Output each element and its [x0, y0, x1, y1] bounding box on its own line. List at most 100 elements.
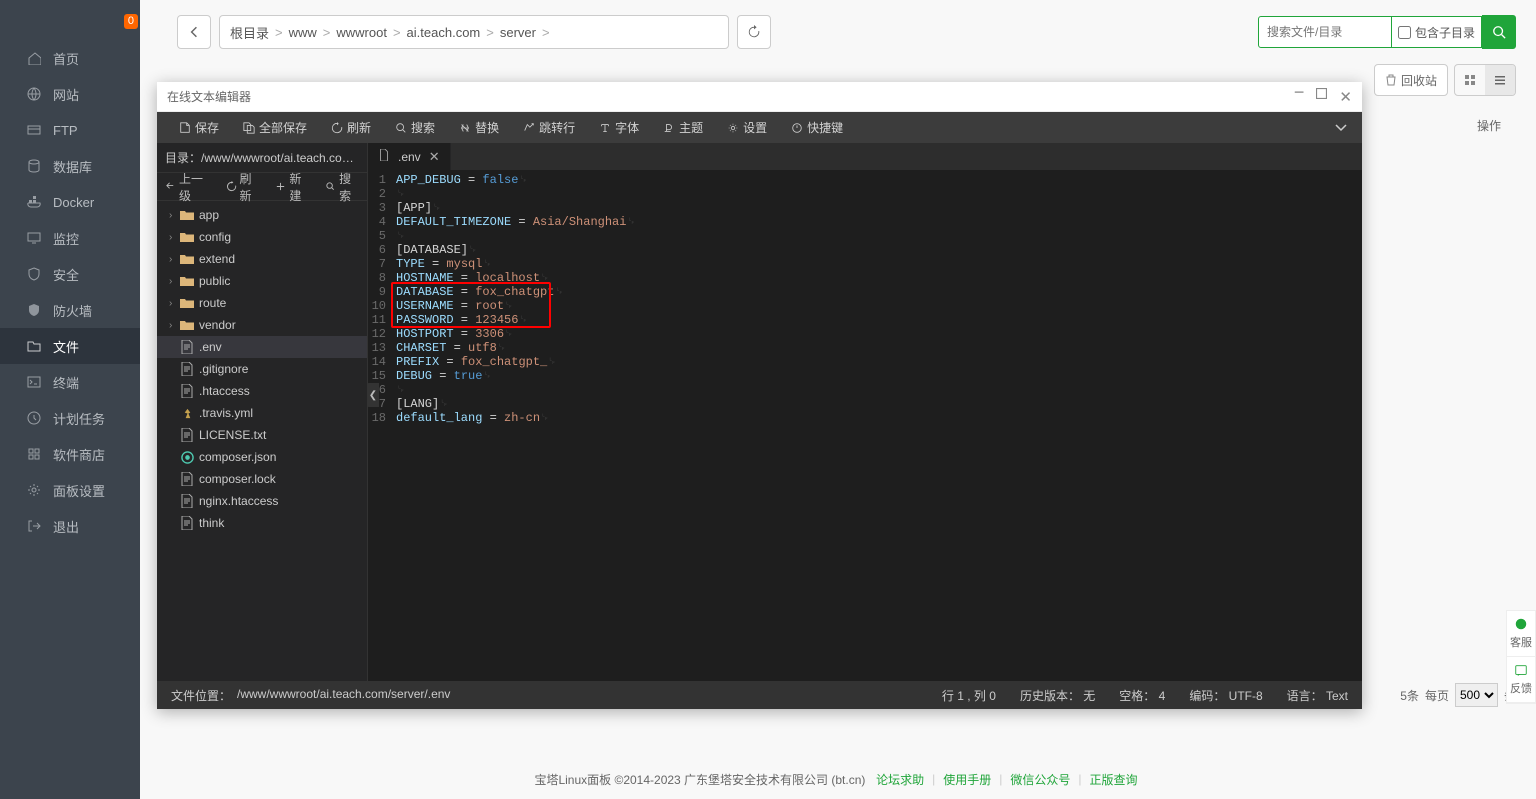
editor-tool-2[interactable]: 刷新 [319, 112, 383, 143]
breadcrumb-part[interactable]: www [289, 25, 317, 40]
sidebar-item-logout[interactable]: 退出 [0, 508, 140, 544]
tree-file-think[interactable]: think [157, 512, 367, 534]
include-subdir-check[interactable]: 包含子目录 [1392, 16, 1482, 48]
chevron-right-icon: > [480, 25, 500, 40]
tab-env[interactable]: .env ✕ [368, 143, 451, 170]
tree-file-.travis.yml[interactable]: .travis.yml [157, 402, 367, 424]
tree-folder-public[interactable]: ›public [157, 270, 367, 292]
include-subdir-label: 包含子目录 [1415, 24, 1475, 41]
maximize-icon[interactable] [1316, 88, 1327, 106]
search-button[interactable] [1482, 15, 1516, 49]
editor-tool-0[interactable]: 保存 [167, 112, 231, 143]
shield-icon [25, 267, 43, 281]
sidebar-item-store[interactable]: 软件商店 [0, 436, 140, 472]
home-icon [25, 51, 43, 65]
breadcrumb-part[interactable]: wwwroot [336, 25, 387, 40]
folder-icon [25, 339, 43, 353]
toolbar-collapse-icon[interactable] [1320, 120, 1362, 135]
back-button[interactable] [177, 15, 211, 49]
editor-tool-5[interactable]: 跳转行 [511, 112, 587, 143]
list-view-button[interactable] [1485, 65, 1515, 95]
view-switch [1454, 64, 1516, 96]
editor-titlebar: 在线文本编辑器 − ✕ [157, 82, 1362, 112]
footer-link[interactable]: 论坛求助 [876, 771, 924, 788]
minimize-icon[interactable]: − [1294, 88, 1305, 106]
sidebar-item-terminal[interactable]: 终端 [0, 364, 140, 400]
footer-link[interactable]: 使用手册 [943, 771, 991, 788]
tree-file-composer.json[interactable]: composer.json [157, 446, 367, 468]
sidebar-item-cron[interactable]: 计划任务 [0, 400, 140, 436]
store-icon [25, 447, 43, 461]
footer-link[interactable]: 微信公众号 [1010, 771, 1070, 788]
close-icon[interactable]: ✕ [1339, 88, 1352, 106]
fp-action-1[interactable]: 刷新 [218, 170, 268, 204]
editor-tool-3[interactable]: 搜索 [383, 112, 447, 143]
tree-file-.env[interactable]: .env [157, 336, 367, 358]
editor-tool-4[interactable]: 替换 [447, 112, 511, 143]
tree-folder-config[interactable]: ›config [157, 226, 367, 248]
editor-tool-8[interactable]: 设置 [715, 112, 779, 143]
status-lang[interactable]: 语言： Text [1287, 687, 1348, 704]
editor-tool-6[interactable]: 字体 [587, 112, 651, 143]
sidebar-label: 数据库 [53, 157, 92, 176]
recycle-bin-button[interactable]: 回收站 [1374, 64, 1448, 96]
sidebar-item-settings[interactable]: 面板设置 [0, 472, 140, 508]
fp-action-2[interactable]: 新建 [267, 170, 317, 204]
breadcrumb-part[interactable]: ai.teach.com [407, 25, 481, 40]
tree-label: think [199, 516, 224, 530]
tree-folder-app[interactable]: ›app [157, 204, 367, 226]
fp-action-3[interactable]: 搜索 [317, 170, 367, 204]
tree-file-LICENSE.txt[interactable]: LICENSE.txt [157, 424, 367, 446]
search-input[interactable] [1258, 16, 1392, 48]
sidebar-item-monitor[interactable]: 监控 [0, 220, 140, 256]
tree-label: .travis.yml [199, 406, 253, 420]
tab-close-icon[interactable]: ✕ [429, 149, 440, 165]
editor-tool-7[interactable]: 主题 [651, 112, 715, 143]
refresh-button[interactable] [737, 15, 771, 49]
chevron-right-icon: > [387, 25, 407, 40]
tree-folder-extend[interactable]: ›extend [157, 248, 367, 270]
tree-folder-vendor[interactable]: ›vendor [157, 314, 367, 336]
code-line: ␊ [396, 229, 636, 243]
code-line: HOSTNAME = localhost␊ [396, 271, 636, 285]
sidebar-item-ftp[interactable]: FTP [0, 112, 140, 148]
folder-icon [179, 319, 195, 331]
editor-tool-9[interactable]: 快捷键 [779, 112, 855, 143]
float-sidebar: 客服 反馈 [1506, 610, 1536, 704]
code-area[interactable]: 123456789101112131415161718 APP_DEBUG = … [368, 170, 1362, 681]
panel-collapse-handle[interactable]: ❮ [367, 383, 379, 407]
path-box[interactable]: 根目录>www>wwwroot>ai.teach.com>server> [219, 15, 729, 49]
tree-label: LICENSE.txt [199, 428, 266, 442]
fp-action-0[interactable]: 上一级 [157, 170, 218, 204]
tree-file-.gitignore[interactable]: .gitignore [157, 358, 367, 380]
status-history[interactable]: 历史版本： 无 [1020, 687, 1095, 704]
sidebar-item-docker[interactable]: Docker [0, 184, 140, 220]
breadcrumb-part[interactable]: 根目录 [230, 23, 269, 42]
grid-view-button[interactable] [1455, 65, 1485, 95]
sidebar-item-db[interactable]: 数据库 [0, 148, 140, 184]
expand-icon: › [169, 254, 179, 265]
notification-badge[interactable]: 0 [124, 14, 138, 29]
sidebar-item-folder[interactable]: 文件 [0, 328, 140, 364]
tree-file-nginx.htaccess[interactable]: nginx.htaccess [157, 490, 367, 512]
tree-file-.htaccess[interactable]: .htaccess [157, 380, 367, 402]
sidebar-item-shield[interactable]: 安全 [0, 256, 140, 292]
editor-tool-1[interactable]: 全部保存 [231, 112, 319, 143]
status-encoding[interactable]: 编码： UTF-8 [1189, 687, 1262, 704]
float-feedback[interactable]: 反馈 [1507, 657, 1535, 703]
per-page-select[interactable]: 500 [1455, 683, 1498, 707]
editor-toolbar: 保存全部保存刷新搜索替换跳转行字体主题设置快捷键 [157, 112, 1362, 143]
tree-folder-route[interactable]: ›route [157, 292, 367, 314]
sidebar-label: 安全 [53, 265, 79, 284]
breadcrumb-part[interactable]: server [500, 25, 536, 40]
file-icon [179, 472, 195, 486]
column-header-action: 操作 [1477, 117, 1501, 134]
sidebar-item-home[interactable]: 首页 [0, 40, 140, 76]
sidebar-item-firewall[interactable]: 防火墙 [0, 292, 140, 328]
status-spaces[interactable]: 空格： 4 [1119, 687, 1165, 704]
float-help[interactable]: 客服 [1507, 611, 1535, 657]
sidebar-label: 软件商店 [53, 445, 105, 464]
sidebar-item-globe[interactable]: 网站 [0, 76, 140, 112]
footer-link[interactable]: 正版查询 [1090, 771, 1138, 788]
tree-file-composer.lock[interactable]: composer.lock [157, 468, 367, 490]
